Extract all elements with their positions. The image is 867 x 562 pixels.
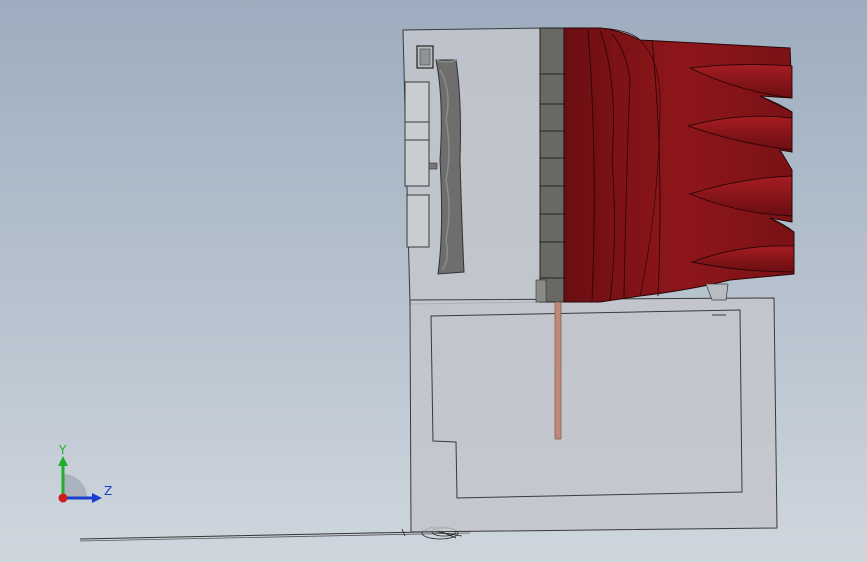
model-canvas[interactable] (0, 0, 867, 562)
ribbed-red-part[interactable] (563, 27, 795, 303)
lower-housing[interactable] (409, 297, 778, 533)
coordinate-triad: Y Z (48, 440, 118, 510)
x-axis-dot (58, 493, 68, 503)
rod[interactable] (554, 301, 562, 440)
triad-arc (63, 474, 87, 498)
peg (428, 162, 438, 170)
triad-z-label: Z (104, 484, 113, 498)
y-axis-arrow (58, 456, 68, 466)
triad-y-label: Y (59, 443, 67, 457)
connector-strip[interactable] (535, 27, 565, 303)
small-window[interactable] (416, 45, 434, 69)
z-axis-arrow (92, 493, 102, 503)
support-foot (705, 283, 729, 301)
side-tabs[interactable] (404, 81, 430, 248)
cad-viewport[interactable]: Y Z (0, 0, 867, 562)
ground-line (79, 530, 471, 542)
